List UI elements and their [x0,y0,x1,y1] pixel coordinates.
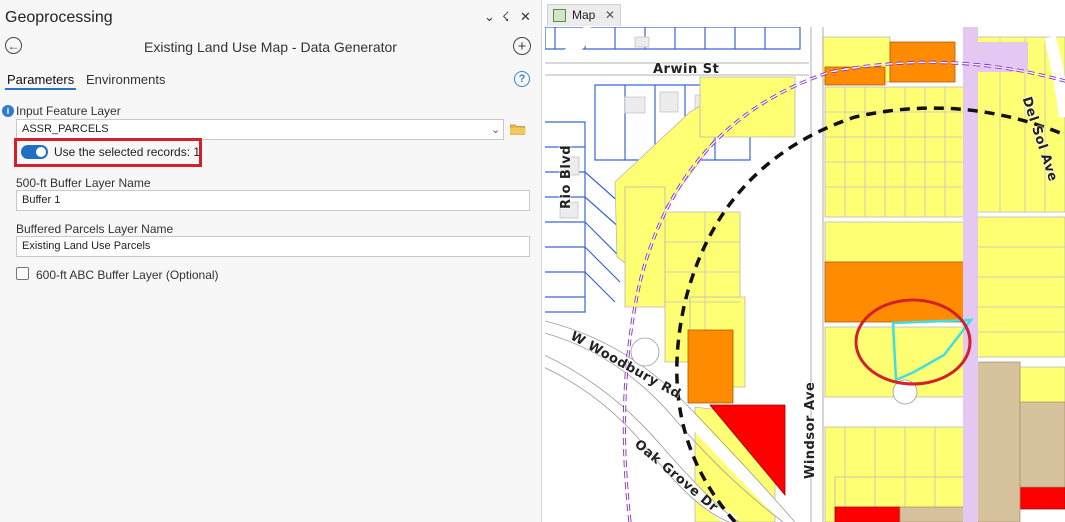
chevron-down-icon[interactable]: ⌄ [491,123,500,136]
map-tab-close-icon[interactable]: ✕ [605,8,615,22]
map-view[interactable]: Arwin St Del Sol Ave Rio Blvd W Woodbury… [545,27,1065,522]
geoprocessing-pane: Geoprocessing ⌄ ☇ ✕ ← Existing Land Use … [0,0,542,522]
buffer-layer-name-input[interactable]: Buffer 1 [16,190,530,211]
buffer-layer-name-label: 500-ft Buffer Layer Name [16,176,151,190]
add-icon[interactable]: + [513,37,531,55]
map-icon [553,9,566,22]
pane-title: Geoprocessing [5,9,113,26]
arterial-road [963,27,978,522]
input-feature-layer-label: Input Feature Layer [16,104,121,118]
tab-map[interactable]: Map ✕ [547,4,621,26]
abc-buffer-label: 600-ft ABC Buffer Layer (Optional) [36,268,219,282]
pin-icon[interactable]: ☇ [502,9,509,25]
help-icon[interactable]: ? [514,71,530,87]
buffered-parcels-layer-name-label: Buffered Parcels Layer Name [16,222,174,236]
tab-environments[interactable]: Environments [84,71,167,88]
street-label-rio-blvd: Rio Blvd [559,144,574,209]
tool-title: Existing Land Use Map - Data Generator [144,39,397,55]
pane-menu-chevron-icon[interactable]: ⌄ [484,9,495,25]
street-label-arwin: Arwin St [653,62,720,77]
map-tab-label: Map [572,8,596,22]
abc-buffer-checkbox[interactable] [16,267,29,280]
use-selected-records-label: Use the selected records: 1 [54,145,201,159]
folder-icon[interactable] [510,123,526,135]
info-icon: i [2,105,14,117]
tab-parameters[interactable]: Parameters [5,71,77,90]
use-selected-records-toggle[interactable] [21,145,48,159]
street-label-windsor: Windsor Ave [803,381,818,479]
buffered-parcels-layer-name-input[interactable]: Existing Land Use Parcels [16,236,530,257]
close-icon[interactable]: ✕ [520,9,531,25]
input-feature-layer-select[interactable]: ASSR_PARCELS [16,119,504,140]
